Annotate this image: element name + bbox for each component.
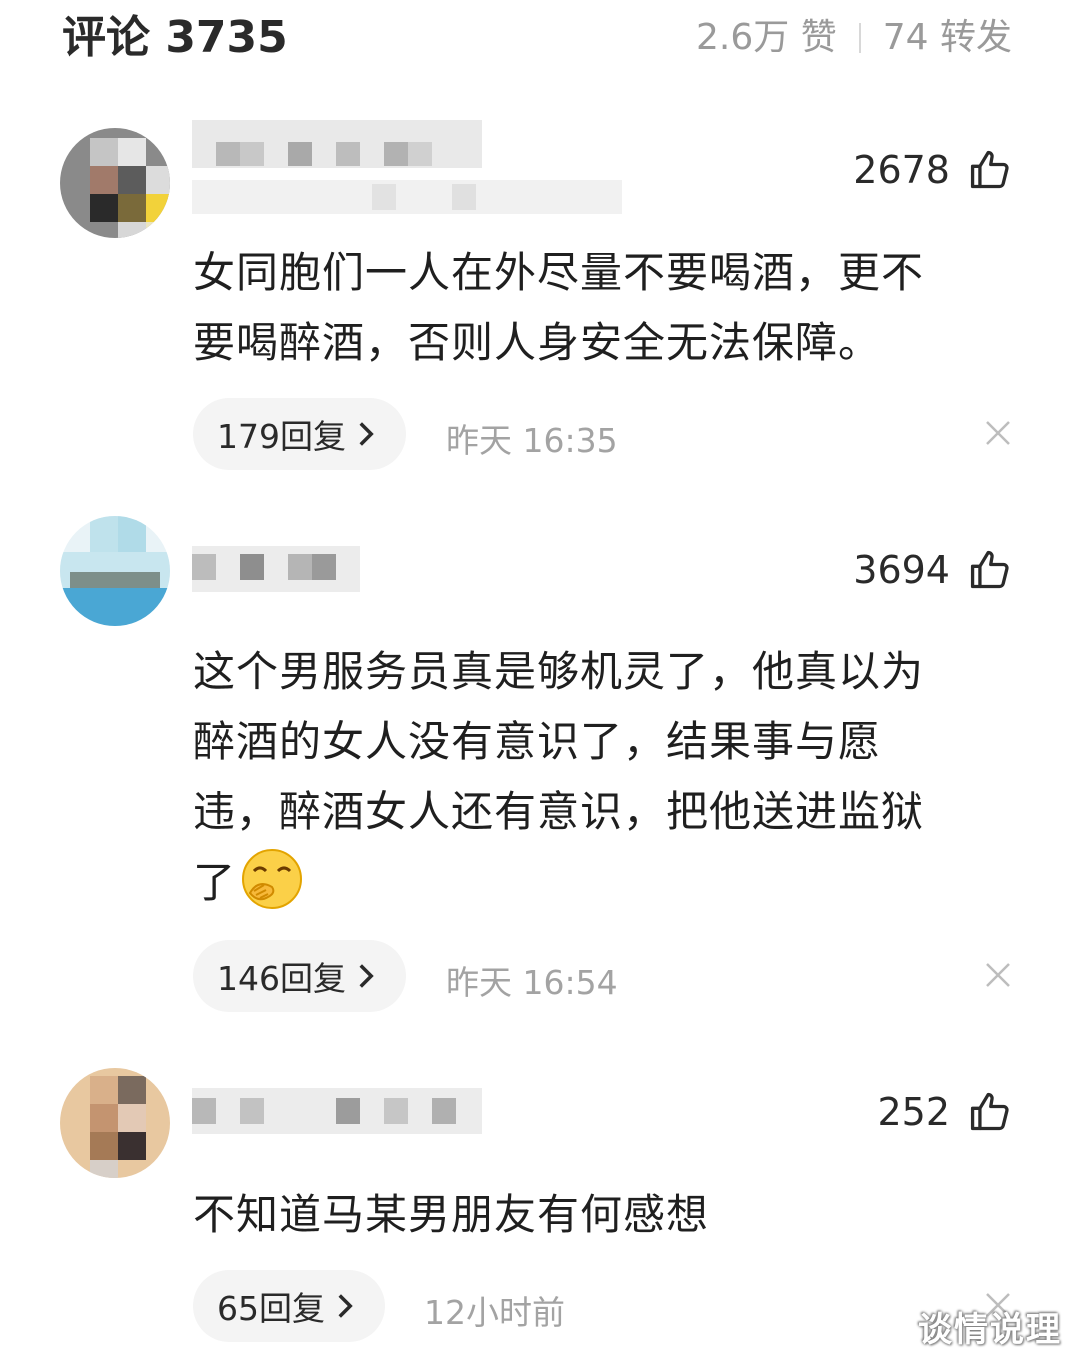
chevron-right-icon xyxy=(359,964,374,988)
comment-timestamp: 昨天 16:54 xyxy=(446,963,618,1002)
watermark: 谈情说理 xyxy=(918,1310,1062,1350)
reply-count-label: 65回复 xyxy=(217,1289,325,1328)
close-icon[interactable] xyxy=(984,961,1012,989)
comment-like-button[interactable]: 252 xyxy=(877,1090,1012,1134)
comment-timestamp: 昨天 16:35 xyxy=(446,421,618,460)
chevron-right-icon xyxy=(359,422,374,446)
close-icon[interactable] xyxy=(984,419,1012,447)
chevron-right-icon xyxy=(338,1294,353,1318)
comment-text: 这个男服务员真是够机灵了，他真以为 醉酒的女人没有意识了，结果事与愿 违，醉酒女… xyxy=(193,637,1018,918)
post-likes-count[interactable]: 2.6万 赞 xyxy=(696,8,837,68)
comment-text: 不知道马某男朋友有何感想 xyxy=(193,1190,710,1239)
avatar[interactable] xyxy=(60,1068,170,1178)
view-replies-button[interactable]: 65回复 xyxy=(193,1270,385,1342)
thumbs-up-icon xyxy=(970,1092,1009,1131)
blurred-username[interactable] xyxy=(192,546,360,594)
thumbs-up-icon xyxy=(970,150,1009,189)
view-replies-button[interactable]: 146回复 xyxy=(193,940,406,1012)
reply-count-label: 146回复 xyxy=(217,959,346,998)
thumbs-up-icon xyxy=(970,550,1009,589)
comments-header: 评论 3735 2.6万 赞 74 转发 xyxy=(62,8,1012,68)
blurred-username[interactable] xyxy=(192,1088,482,1136)
blurred-username[interactable] xyxy=(192,120,482,168)
avatar[interactable] xyxy=(60,128,170,238)
view-replies-button[interactable]: 179回复 xyxy=(193,398,406,470)
comment-like-count: 252 xyxy=(877,1090,950,1134)
comment-like-count: 3694 xyxy=(853,548,950,592)
stats-divider xyxy=(858,23,861,53)
covering-mouth-emoji-icon xyxy=(242,849,303,909)
post-shares-count[interactable]: 74 转发 xyxy=(883,8,1012,68)
comment-like-count: 2678 xyxy=(853,148,950,192)
comment-text: 女同胞们一人在外尽量不要喝酒，更不 要喝醉酒，否则人身安全无法保障。 xyxy=(193,248,925,367)
comment-timestamp: 12小时前 xyxy=(424,1293,565,1332)
comment-like-button[interactable]: 3694 xyxy=(853,548,1012,592)
comments-count-title: 评论 3735 xyxy=(62,12,288,63)
avatar[interactable] xyxy=(60,516,170,626)
reply-count-label: 179回复 xyxy=(217,417,346,456)
blurred-user-info xyxy=(192,180,622,214)
comment-like-button[interactable]: 2678 xyxy=(853,148,1012,192)
post-stats: 2.6万 赞 74 转发 xyxy=(696,8,1012,68)
